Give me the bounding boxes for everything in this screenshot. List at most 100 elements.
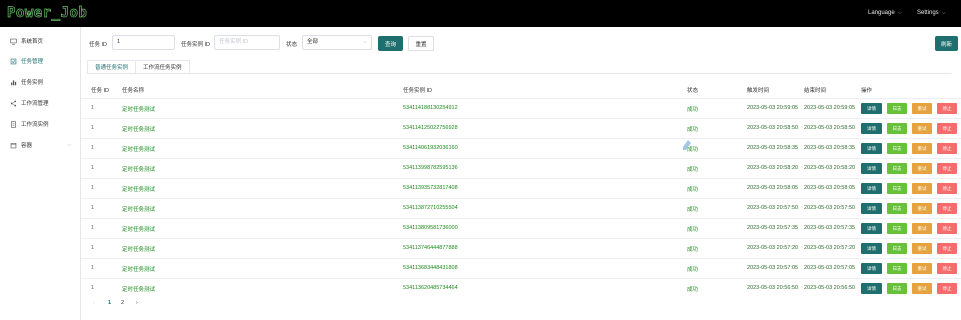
cell-task-name[interactable]: 定时任务测试: [122, 265, 155, 273]
stop-button[interactable]: 停止: [937, 203, 957, 214]
log-button[interactable]: 日志: [887, 243, 907, 254]
column-header: 触发时间: [747, 88, 770, 94]
retry-button[interactable]: 重试: [912, 243, 932, 254]
cell-task-name[interactable]: 定时任务测试: [122, 285, 155, 293]
stop-button[interactable]: 停止: [937, 183, 957, 194]
cell-instance-id[interactable]: 534114188130254912: [403, 105, 458, 111]
cell-instance-id[interactable]: 534113620485734464: [403, 285, 458, 291]
detail-button[interactable]: 详情: [861, 243, 882, 254]
sidebar-item-task-instance[interactable]: 任务实例: [0, 72, 80, 92]
sidebar-item-container[interactable]: 容器 ⌵: [0, 135, 80, 155]
detail-button[interactable]: 详情: [861, 163, 882, 174]
top-bar: Power_Job Language ⌵ Settings ⌵: [0, 0, 961, 27]
cell-status: 成功: [687, 227, 699, 233]
tab-workflow-instance[interactable]: 工作流任务实例: [135, 60, 190, 74]
cell-task-name[interactable]: 定时任务测试: [122, 205, 155, 213]
cell-task-name[interactable]: 定时任务测试: [122, 245, 155, 253]
detail-button[interactable]: 详情: [861, 263, 882, 274]
stop-button[interactable]: 停止: [937, 123, 957, 134]
cell-task-id: 1: [91, 125, 95, 131]
stop-button[interactable]: 停止: [937, 283, 957, 294]
pagination-next[interactable]: ›: [136, 300, 138, 306]
stop-button[interactable]: 停止: [937, 103, 957, 114]
monitor-icon: [9, 38, 17, 45]
cell-instance-id[interactable]: 534113998782595136: [403, 165, 458, 171]
cell-end-time: 2023-05-03 20:58:35: [804, 145, 856, 151]
stop-button[interactable]: 停止: [937, 163, 957, 174]
cell-instance-id[interactable]: 534113872710255504: [403, 205, 458, 211]
retry-button[interactable]: 重试: [912, 203, 932, 214]
cell-task-id: 1: [91, 205, 95, 211]
log-button[interactable]: 日志: [887, 143, 907, 154]
table-row: 1 定时任务测试 534113998782595136 成功 2023-05-03 20…: [81, 158, 961, 178]
log-button[interactable]: 日志: [887, 123, 907, 134]
log-button[interactable]: 日志: [887, 183, 907, 194]
stop-button[interactable]: 停止: [937, 143, 957, 154]
query-button[interactable]: 查询: [378, 36, 403, 51]
detail-button[interactable]: 详情: [861, 283, 882, 294]
table-row: 1 定时任务测试 534113809581736000 成功 2023-05-03 20…: [81, 218, 961, 238]
retry-button[interactable]: 重试: [912, 223, 932, 234]
mouse-cursor-icon: [683, 140, 691, 150]
cell-task-name[interactable]: 定时任务测试: [122, 145, 155, 153]
cell-task-name[interactable]: 定时任务测试: [122, 105, 155, 113]
cell-task-name[interactable]: 定时任务测试: [122, 185, 155, 193]
log-button[interactable]: 日志: [887, 263, 907, 274]
pagination-page[interactable]: 1: [108, 300, 111, 306]
retry-button[interactable]: 重试: [912, 163, 932, 174]
retry-button[interactable]: 重试: [912, 263, 932, 274]
detail-button[interactable]: 详情: [861, 123, 882, 134]
cell-instance-id[interactable]: 534114061932036160: [403, 145, 458, 151]
retry-button[interactable]: 重试: [912, 103, 932, 114]
retry-button[interactable]: 重试: [912, 283, 932, 294]
sidebar-item-label: 工作流管理: [21, 101, 49, 107]
stop-button[interactable]: 停止: [937, 223, 957, 234]
instance-id-input[interactable]: 任务实例 ID: [214, 35, 280, 50]
reset-button[interactable]: 重置: [408, 36, 434, 51]
log-button[interactable]: 日志: [887, 283, 907, 294]
settings-menu[interactable]: Settings ⌵: [917, 10, 945, 16]
retry-button[interactable]: 重试: [912, 183, 932, 194]
bar-chart-icon: [9, 79, 17, 86]
sidebar-item-workflow-instance[interactable]: 工作流实例: [0, 114, 80, 134]
detail-button[interactable]: 详情: [861, 183, 882, 194]
cell-task-id: 1: [91, 245, 95, 251]
pagination-prev[interactable]: ‹: [93, 300, 95, 306]
stop-button[interactable]: 停止: [937, 263, 957, 274]
cell-instance-id[interactable]: 534113746444877888: [403, 245, 458, 251]
sidebar-item-task-manage[interactable]: 任务管理: [0, 51, 80, 71]
cell-trigger-time: 2023-05-03 20:59:05: [747, 105, 799, 111]
cell-end-time: 2023-05-03 20:57:20: [804, 245, 856, 251]
app-logo[interactable]: Power_Job: [7, 5, 88, 22]
cell-task-name[interactable]: 定时任务测试: [122, 165, 155, 173]
stop-button[interactable]: 停止: [937, 243, 957, 254]
cell-task-name[interactable]: 定时任务测试: [122, 125, 155, 133]
sidebar-item-workflow-manage[interactable]: 工作流管理: [0, 93, 80, 113]
language-menu[interactable]: Language ⌵: [868, 10, 902, 16]
task-id-input[interactable]: 1: [112, 35, 175, 50]
cell-end-time: 2023-05-03 20:59:05: [804, 105, 856, 111]
log-button[interactable]: 日志: [887, 203, 907, 214]
retry-button[interactable]: 重试: [912, 143, 932, 154]
log-button[interactable]: 日志: [887, 223, 907, 234]
detail-button[interactable]: 详情: [861, 223, 882, 234]
share-icon: [9, 100, 17, 107]
log-button[interactable]: 日志: [887, 103, 907, 114]
retry-button[interactable]: 重试: [912, 123, 932, 134]
cell-instance-id[interactable]: 534113683448431808: [403, 265, 458, 271]
detail-button[interactable]: 详情: [861, 103, 882, 114]
log-button[interactable]: 日志: [887, 163, 907, 174]
cell-instance-id[interactable]: 534113809581736000: [403, 225, 458, 231]
cell-task-name[interactable]: 定时任务测试: [122, 225, 155, 233]
status-select[interactable]: 全部 ⌵: [302, 35, 372, 50]
tab-normal-instance[interactable]: 普通任务实例: [87, 60, 137, 74]
column-header: 结束时间: [804, 88, 827, 94]
pagination-page[interactable]: 2: [121, 300, 124, 306]
detail-button[interactable]: 详情: [861, 143, 882, 154]
sidebar-item-home[interactable]: 系统首页: [0, 31, 80, 51]
cell-instance-id[interactable]: 534113935732817408: [403, 185, 458, 191]
cell-instance-id[interactable]: 534114125022756928: [403, 125, 458, 131]
table-row: 1 定时任务测试 534114188130254912 成功 2023-05-03 20…: [81, 98, 961, 118]
refresh-button[interactable]: 刷新: [935, 36, 958, 51]
detail-button[interactable]: 详情: [861, 203, 882, 214]
